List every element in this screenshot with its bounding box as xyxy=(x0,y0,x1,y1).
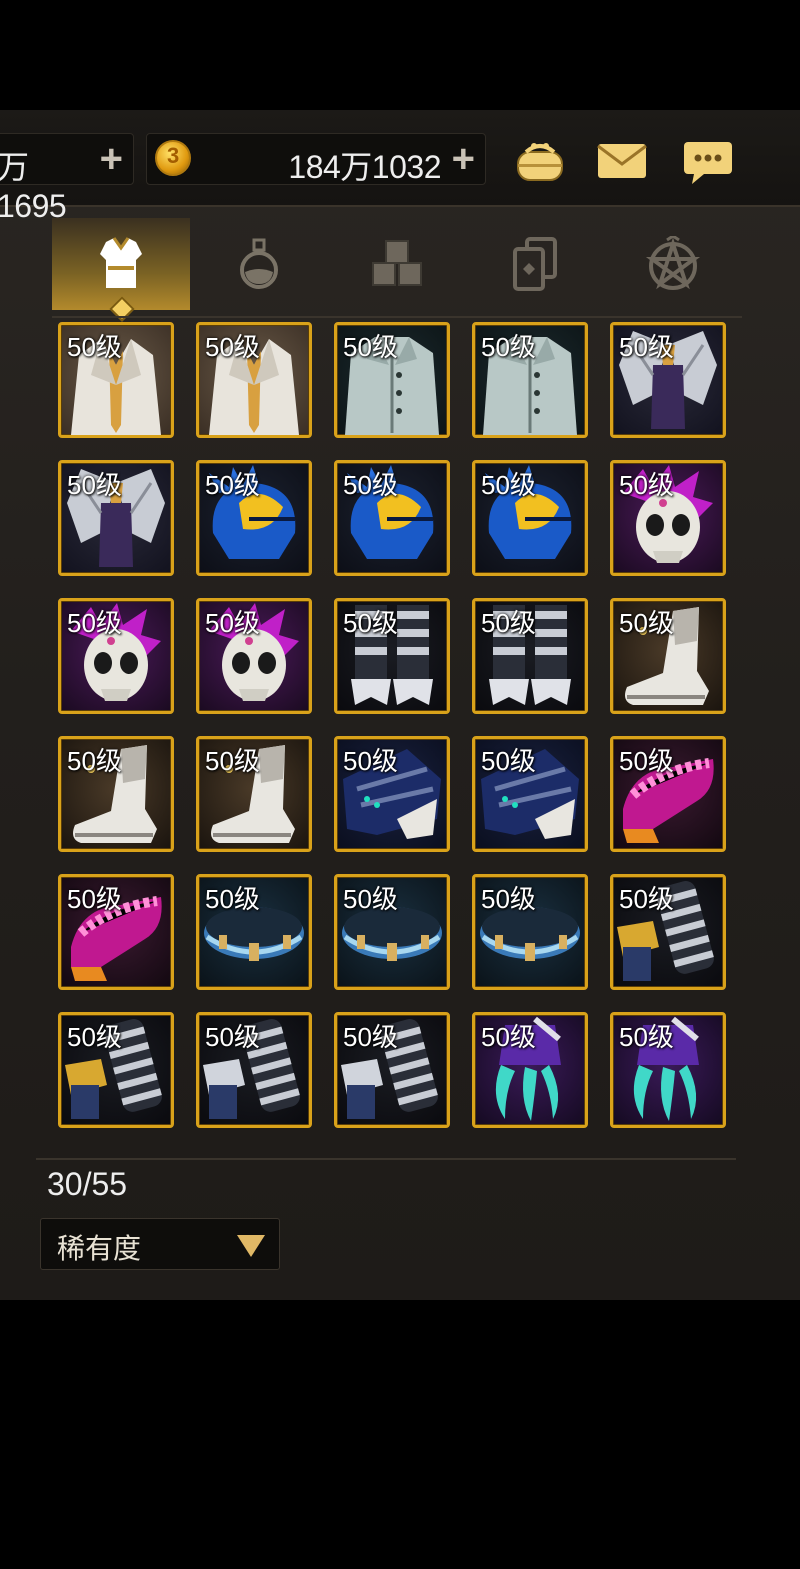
inventory-slot-skull-mask[interactable]: 50级 xyxy=(58,598,174,714)
inventory-slot-grey-coat[interactable]: 50级 xyxy=(472,322,588,438)
item-level-label: 50级 xyxy=(205,470,260,500)
item-level-label: 50级 xyxy=(67,470,122,500)
inventory-slot-skull-mask[interactable]: 50级 xyxy=(196,598,312,714)
potion-icon xyxy=(240,238,278,289)
currency-first-add-button[interactable]: + xyxy=(100,137,123,182)
inventory-slot-claw-glove[interactable]: 50级 xyxy=(610,1012,726,1128)
cards-icon xyxy=(513,237,557,291)
inventory-slot-blue-helmet[interactable]: 50级 xyxy=(472,460,588,576)
item-level-label: 50级 xyxy=(205,884,260,914)
inventory-slot-winged-armor[interactable]: 50级 xyxy=(58,460,174,576)
currency-gold-add-button[interactable]: + xyxy=(452,137,475,182)
item-level-label: 50级 xyxy=(343,884,398,914)
pentagram-icon xyxy=(645,236,701,290)
inventory-slot-white-boot[interactable]: 50级 xyxy=(58,736,174,852)
inventory-slot-gold-gauntlet[interactable]: 50级 xyxy=(58,1012,174,1128)
item-level-label: 50级 xyxy=(619,470,674,500)
cubes-icon xyxy=(372,240,422,286)
coin-purse-icon[interactable] xyxy=(512,138,568,184)
item-level-label: 50级 xyxy=(619,1022,674,1052)
item-level-label: 50级 xyxy=(343,746,398,776)
inventory-slot-skull-mask[interactable]: 50级 xyxy=(610,460,726,576)
item-level-label: 50级 xyxy=(67,1022,122,1052)
item-level-label: 50级 xyxy=(343,1022,398,1052)
inventory-slot-pink-shoe[interactable]: 50级 xyxy=(58,874,174,990)
item-level-label: 50级 xyxy=(67,884,122,914)
inventory-slot-claw-glove[interactable]: 50级 xyxy=(472,1012,588,1128)
currency-gold: 184万1032 + xyxy=(146,133,486,185)
inventory-slot-striped-pants[interactable]: 50级 xyxy=(334,598,450,714)
item-level-label: 50级 xyxy=(481,332,536,362)
mail-icon[interactable] xyxy=(594,138,650,184)
inventory-slot-white-boot[interactable]: 50级 xyxy=(610,598,726,714)
currency-first: 万1695 + xyxy=(0,133,134,224)
item-level-label: 50级 xyxy=(205,608,260,638)
currency-first-value: 万1695 xyxy=(0,149,67,224)
grid-divider xyxy=(36,1158,736,1160)
inventory-slot-gold-gauntlet[interactable]: 50级 xyxy=(610,874,726,990)
armor-icon xyxy=(100,237,142,288)
item-level-label: 50级 xyxy=(619,746,674,776)
item-level-label: 50级 xyxy=(205,746,260,776)
tab-emblems[interactable] xyxy=(604,218,742,310)
item-level-label: 50级 xyxy=(343,470,398,500)
item-level-label: 50级 xyxy=(67,746,122,776)
item-level-label: 50级 xyxy=(343,332,398,362)
inventory-slot-blue-helmet[interactable]: 50级 xyxy=(334,460,450,576)
inventory-slot-blue-boot[interactable]: 50级 xyxy=(472,736,588,852)
tab-potions[interactable] xyxy=(190,218,328,310)
inventory-slot-blue-belt[interactable]: 50级 xyxy=(472,874,588,990)
item-level-label: 50级 xyxy=(619,884,674,914)
item-level-label: 50级 xyxy=(481,884,536,914)
inventory-slot-white-suit[interactable]: 50级 xyxy=(58,322,174,438)
item-level-label: 50级 xyxy=(619,332,674,362)
inventory-slot-blue-boot[interactable]: 50级 xyxy=(334,736,450,852)
currency-gold-value: 184万1032 xyxy=(288,149,441,185)
inventory-slot-blue-belt[interactable]: 50级 xyxy=(334,874,450,990)
inventory-slot-striped-pants[interactable]: 50级 xyxy=(472,598,588,714)
item-level-label: 50级 xyxy=(481,746,536,776)
item-grid: 50级 50级 50级 50级 50级 50级 50级 50级 50级 50级 50级 50级 50级 5… xyxy=(56,322,736,1142)
item-level-label: 50级 xyxy=(205,1022,260,1052)
inventory-slot-grey-coat[interactable]: 50级 xyxy=(334,322,450,438)
inventory-slot-pink-shoe[interactable]: 50级 xyxy=(610,736,726,852)
inventory-slot-silver-gauntlet[interactable]: 50级 xyxy=(196,1012,312,1128)
item-level-label: 50级 xyxy=(67,332,122,362)
tab-equipment[interactable] xyxy=(52,218,190,322)
chat-icon[interactable] xyxy=(680,138,736,184)
inventory-slot-silver-gauntlet[interactable]: 50级 xyxy=(334,1012,450,1128)
item-level-label: 50级 xyxy=(67,608,122,638)
inventory-slot-blue-belt[interactable]: 50级 xyxy=(196,874,312,990)
tab-materials[interactable] xyxy=(328,218,466,310)
item-level-label: 50级 xyxy=(481,608,536,638)
inventory-slot-white-suit[interactable]: 50级 xyxy=(196,322,312,438)
sort-dropdown[interactable]: 稀有度 xyxy=(40,1218,280,1270)
item-level-label: 50级 xyxy=(343,608,398,638)
inventory-slot-white-boot[interactable]: 50级 xyxy=(196,736,312,852)
item-level-label: 50级 xyxy=(205,332,260,362)
item-level-label: 50级 xyxy=(619,608,674,638)
tab-cards[interactable] xyxy=(466,218,604,310)
item-level-label: 50级 xyxy=(481,470,536,500)
gold-coin-icon xyxy=(155,140,191,176)
inventory-slot-winged-armor[interactable]: 50级 xyxy=(610,322,726,438)
dropdown-arrow-icon xyxy=(237,1235,265,1257)
item-level-label: 50级 xyxy=(481,1022,536,1052)
inventory-slot-blue-helmet[interactable]: 50级 xyxy=(196,460,312,576)
sort-dropdown-label: 稀有度 xyxy=(57,1233,142,1264)
category-tabs xyxy=(52,218,742,322)
capacity-count: 30/55 xyxy=(47,1166,128,1202)
tabs-divider xyxy=(52,316,742,318)
